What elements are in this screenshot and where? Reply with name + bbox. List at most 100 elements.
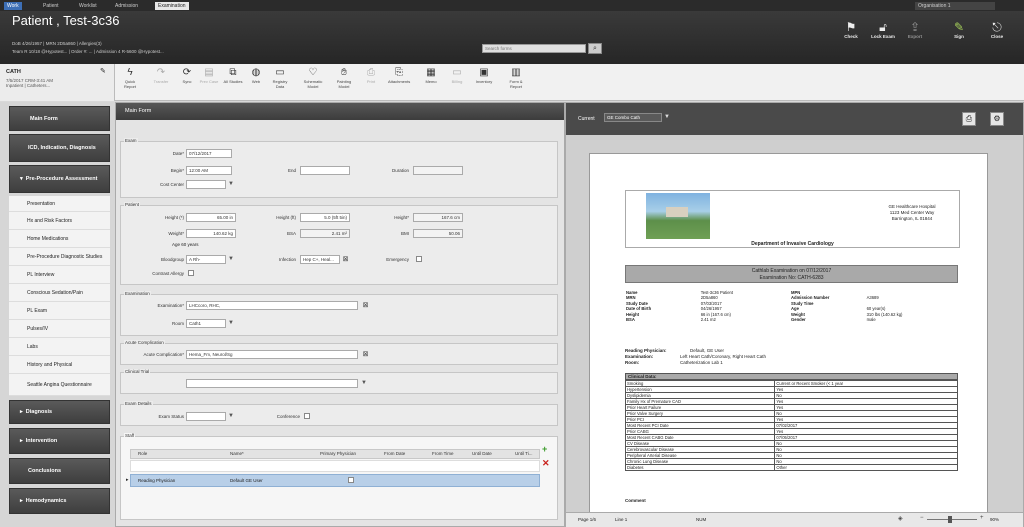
bloodgroup-select[interactable]: A Rh-	[186, 255, 226, 264]
row-pointer-icon: ▸	[126, 477, 129, 483]
inventory-button[interactable]: ▣ Inventory	[473, 67, 495, 84]
print-icon[interactable]: ⎙	[962, 112, 976, 126]
table-row[interactable]	[130, 474, 540, 487]
zoom-slider-handle[interactable]	[948, 516, 952, 523]
sidebar-pre-procedure[interactable]: ▾ Pre-Procedure Assessment	[9, 165, 110, 193]
weight-field[interactable]: 140.62 kg	[186, 229, 236, 238]
sidebar-item-pulses[interactable]: Pulses/IV	[9, 320, 110, 338]
sidebar-item-diagnostic-studies[interactable]: Pre-Procedure Diagnostic Studies	[9, 248, 110, 266]
clinical-trial-select[interactable]	[186, 379, 358, 388]
zoom-out-icon[interactable]: −	[920, 515, 924, 521]
quick-report-button[interactable]: ϟ Quick Report	[119, 67, 141, 89]
sidebar-icd-indication[interactable]: ICD, Indication, Diagnosis	[9, 134, 110, 162]
tab-work[interactable]: Work	[4, 2, 22, 10]
sidebar-item-home-meds[interactable]: Home Medications	[9, 230, 110, 248]
sync-button[interactable]: ⟳ Sync	[176, 67, 198, 84]
form-report-button[interactable]: ▥ Form & Report	[505, 67, 527, 89]
lock-exam-button[interactable]: 🔓︎ Lock Exam	[868, 20, 898, 39]
tab-patient[interactable]: Patient	[40, 2, 62, 10]
edit-icon[interactable]: ✎	[100, 67, 106, 75]
conference-checkbox[interactable]	[304, 413, 310, 419]
date-field[interactable]: 07/12/2017	[186, 149, 232, 158]
web-button[interactable]: ◍ Web	[245, 67, 267, 84]
star-icon[interactable]: ☆	[92, 18, 98, 26]
tab-worklist[interactable]: Worklist	[76, 2, 100, 10]
sidebar-item-hx-risk[interactable]: Hx and Risk Factors	[9, 212, 110, 230]
report-template-select[interactable]: GE Combo Cath	[604, 113, 662, 122]
export-button[interactable]: ⇪ Export	[900, 20, 930, 39]
col-primary[interactable]: Primary Physician	[320, 451, 356, 456]
staff-role[interactable]: Reading Physician	[138, 478, 175, 483]
contrast-allergy-checkbox[interactable]	[188, 270, 194, 276]
transfer-button[interactable]: ↷ Transfer	[150, 67, 172, 84]
billing-button[interactable]: ▭ Billing	[446, 67, 468, 84]
schematic-model-button[interactable]: ♡ Schematic Model	[302, 67, 324, 89]
add-row-icon[interactable]: +	[542, 445, 551, 454]
lightning-icon: ϟ	[127, 67, 133, 78]
staff-name[interactable]: Default GE User	[230, 478, 263, 483]
memo-button[interactable]: ▦ Memo	[420, 67, 442, 84]
clear-icon[interactable]: ⊠	[341, 255, 350, 264]
attachments-button[interactable]: ⎘ Attachments	[388, 67, 410, 84]
sidebar-hemodynamics[interactable]: ▸ Hemodynamics	[9, 488, 110, 514]
sidebar-item-labs[interactable]: Labs	[9, 338, 110, 356]
chevron-down-icon[interactable]: ▼	[361, 380, 367, 387]
col-from-time[interactable]: From Time	[432, 451, 454, 456]
chevron-down-icon[interactable]: ▼	[228, 320, 234, 327]
infection-field[interactable]: Hep C+, Heal...	[300, 255, 340, 264]
chevron-down-icon[interactable]: ▼	[664, 114, 670, 121]
end-field[interactable]	[300, 166, 350, 175]
chevron-down-icon[interactable]: ▼	[228, 413, 234, 420]
examination-legend: Examination	[124, 291, 151, 296]
sign-button[interactable]: ✎ Sign	[944, 20, 974, 39]
col-name[interactable]: Name*	[230, 451, 244, 456]
print-button[interactable]: ⎙ Print	[360, 67, 382, 84]
zoom-fit-icon[interactable]: ◈	[898, 515, 903, 522]
clear-icon[interactable]: ⊠	[361, 301, 370, 310]
check-button[interactable]: ⚑ Check	[836, 20, 866, 39]
primary-physician-checkbox[interactable]	[348, 477, 354, 483]
search-icon[interactable]: ⌕	[588, 43, 602, 54]
registry-data-button[interactable]: ▭ Registry Data	[269, 67, 291, 89]
sidebar-conclusions[interactable]: Conclusions	[9, 458, 110, 484]
chevron-down-icon[interactable]: ▼	[228, 256, 234, 263]
sidebar-item-history-physical[interactable]: History and Physical	[9, 356, 110, 374]
search-input[interactable]: Search forms	[482, 44, 586, 53]
sidebar-main-form[interactable]: Main Form	[9, 106, 110, 131]
col-until-time[interactable]: Until Ti...	[515, 451, 533, 456]
sidebar-item-sedation[interactable]: Conscious Sedation/Pain	[9, 284, 110, 302]
sidebar-diagnosis[interactable]: ▸ Diagnosis	[9, 400, 110, 424]
cost-center-select[interactable]	[186, 180, 226, 189]
sidebar-item-pl-interview[interactable]: PL Interview	[9, 266, 110, 284]
chevron-down-icon[interactable]: ▼	[228, 181, 234, 188]
sidebar-item-seattle-angina[interactable]: Seattle Angina Questionnaire	[9, 374, 110, 396]
zoom-slider[interactable]	[927, 519, 977, 520]
delete-row-icon[interactable]: ✕	[542, 459, 551, 468]
sidebar-intervention[interactable]: ▸ Intervention	[9, 428, 110, 454]
col-role[interactable]: Role	[138, 451, 147, 456]
tab-examination[interactable]: Examination	[155, 2, 189, 10]
acute-complication-field[interactable]: Hema_Fm, Neurol/Sg	[186, 350, 358, 359]
begin-field[interactable]: 12:00 AM	[186, 166, 232, 175]
settings-icon[interactable]: ⚙	[990, 112, 1004, 126]
tab-admission[interactable]: Admission	[112, 2, 141, 10]
height-in-field[interactable]: 65.00 in	[186, 213, 236, 222]
painting-model-button[interactable]: ✋︎ Painting Model	[333, 67, 355, 89]
bmi-label: BMI	[400, 231, 409, 236]
exam-status-select[interactable]	[186, 412, 226, 421]
sidebar-item-presentation[interactable]: Presentation	[9, 196, 110, 212]
col-until-date[interactable]: Until Date	[472, 451, 492, 456]
staff-filter-row[interactable]	[130, 460, 540, 472]
all-studies-button[interactable]: ⧉ All Studies	[222, 67, 244, 84]
clear-icon[interactable]: ⊠	[361, 350, 370, 359]
close-button[interactable]: ⎋ Close	[982, 20, 1012, 39]
height-ft-field[interactable]: 5.0 (5ft 5in)	[300, 213, 350, 222]
sidebar-item-pl-exam[interactable]: PL Exam	[9, 302, 110, 320]
col-from-date[interactable]: From Date	[384, 451, 405, 456]
room-select[interactable]: Cath1	[186, 319, 226, 328]
examination-field[interactable]: LHCcoro, RHC,	[186, 301, 358, 310]
prev-case-button[interactable]: ▤ Prev Case	[198, 67, 220, 84]
organisation-select[interactable]: Organisation 1	[915, 2, 995, 10]
zoom-in-icon[interactable]: +	[980, 515, 984, 521]
emergency-checkbox[interactable]	[416, 256, 422, 262]
